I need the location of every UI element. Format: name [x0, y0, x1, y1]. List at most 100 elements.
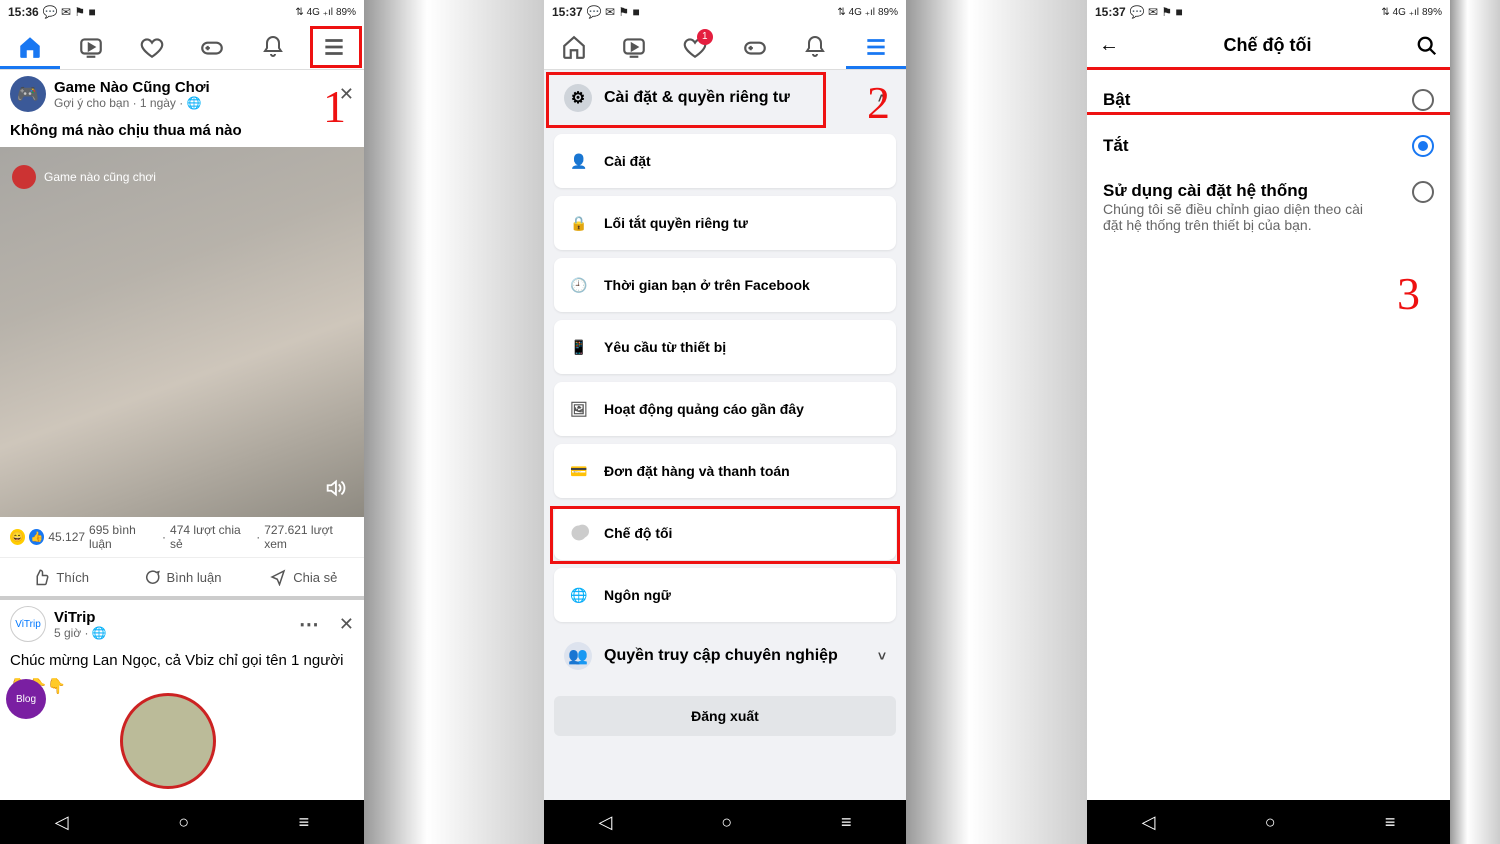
item-recent-ad-activity[interactable]: 🖼 Hoạt động quảng cáo gần đây — [554, 382, 896, 436]
lock-icon: 🔒 — [568, 212, 590, 234]
search-icon[interactable] — [1416, 35, 1438, 57]
android-nav: ◁ ○ ≡ — [544, 800, 906, 844]
home-nav-icon[interactable]: ○ — [721, 812, 732, 833]
post1-video[interactable]: Game nào cũng chơi — [0, 147, 364, 517]
post1-shares: 474 lượt chia sẻ — [170, 523, 252, 551]
dating-badge: 1 — [697, 29, 713, 45]
option-system-label: Sử dụng cài đặt hệ thống — [1103, 181, 1402, 201]
tab-watch[interactable] — [71, 27, 111, 67]
back-nav-icon[interactable]: ◁ — [55, 812, 69, 833]
logout-button[interactable]: Đăng xuất — [554, 696, 896, 736]
share-button[interactable]: Chia sẻ — [243, 558, 364, 596]
radio-off-icon[interactable] — [1412, 181, 1434, 203]
gap — [1450, 0, 1500, 844]
clock: 15:36 — [8, 5, 39, 19]
option-on-label: Bật — [1103, 90, 1402, 110]
card-icon: 💳 — [568, 460, 590, 482]
post1-page-name[interactable]: Game Nào Cũng Chơi — [54, 79, 210, 96]
radio-on-icon[interactable] — [1412, 135, 1434, 157]
post2-avatar[interactable]: ViTrip — [10, 606, 46, 642]
item-label: Đơn đặt hàng và thanh toán — [604, 463, 790, 479]
recents-nav-icon[interactable]: ≡ — [299, 812, 310, 833]
tab-notifications[interactable] — [253, 27, 293, 67]
radio-off-icon[interactable] — [1412, 89, 1434, 111]
tab-menu[interactable] — [314, 27, 354, 67]
settings-list[interactable]: ⚙ Cài đặt & quyền riêng tư ˄ 2 👤 Cài đặt… — [544, 70, 906, 800]
post2-page-name[interactable]: ViTrip — [54, 609, 107, 626]
comment-button[interactable]: Bình luận — [121, 558, 242, 596]
post1-text: Không má nào chịu thua má nào — [0, 118, 364, 147]
tab-watch[interactable] — [614, 27, 654, 67]
post1-overlay-avatar — [12, 165, 36, 189]
page-header: ← Chế độ tối — [1087, 24, 1450, 67]
status-icons: 💬 ✉ ⚑ ■ — [587, 5, 640, 19]
post1-avatar[interactable]: 🎮 — [10, 76, 46, 112]
network-icon: ⇅ 4G ₊ıl — [295, 7, 333, 18]
moon-icon — [568, 522, 590, 544]
item-label: Hoạt động quảng cáo gần đây — [604, 401, 804, 417]
back-nav-icon[interactable]: ◁ — [598, 812, 612, 833]
item-label: Lối tắt quyền riêng tư — [604, 215, 748, 231]
page-title: Chế độ tối — [1131, 35, 1404, 56]
tab-dating[interactable] — [132, 27, 172, 67]
back-nav-icon[interactable]: ◁ — [1142, 812, 1156, 833]
status-bar: 15:37 💬 ✉ ⚑ ■ ⇅ 4G ₊ıl 89% — [1087, 0, 1450, 24]
item-settings[interactable]: 👤 Cài đặt — [554, 134, 896, 188]
tab-home[interactable] — [10, 27, 50, 67]
home-nav-icon[interactable]: ○ — [1265, 812, 1276, 833]
gap — [364, 0, 544, 844]
tab-menu[interactable] — [856, 27, 896, 67]
comment-label: Bình luận — [167, 570, 222, 585]
item-time-on-facebook[interactable]: 🕘 Thời gian bạn ở trên Facebook — [554, 258, 896, 312]
tab-dating[interactable]: 1 — [675, 27, 715, 67]
back-icon[interactable]: ← — [1099, 34, 1119, 57]
item-label: Yêu cầu từ thiết bị — [604, 339, 726, 355]
haha-reaction-icon: 😄 — [10, 529, 25, 545]
option-on[interactable]: Bật — [1101, 77, 1436, 123]
item-device-requests[interactable]: 📱 Yêu cầu từ thiết bị — [554, 320, 896, 374]
screenshot-2-settings-menu: 15:37 💬 ✉ ⚑ ■ ⇅ 4G ₊ıl 89% 1 ⚙ — [544, 0, 906, 844]
item-language[interactable]: 🌐 Ngôn ngữ — [554, 568, 896, 622]
post1-header: 🎮 Game Nào Cũng Chơi Gợi ý cho bạn · 1 n… — [0, 70, 364, 118]
battery: 89% — [878, 7, 898, 18]
people-icon: 👥 — [564, 642, 592, 670]
post2-close-icon[interactable]: ✕ — [339, 614, 354, 635]
news-feed[interactable]: 🎮 Game Nào Cũng Chơi Gợi ý cho bạn · 1 n… — [0, 70, 364, 800]
post2-text: Chúc mừng Lan Ngọc, cả Vbiz chỉ gọi tên … — [0, 648, 364, 673]
blog-badge: Blog — [6, 679, 46, 719]
option-off[interactable]: Tắt — [1101, 123, 1436, 169]
like-button[interactable]: Thích — [0, 558, 121, 596]
post2-meta: 5 giờ · 🌐 — [54, 626, 107, 640]
post1-actions: Thích Bình luận Chia sẻ — [0, 558, 364, 600]
battery: 89% — [1422, 7, 1442, 18]
home-nav-icon[interactable]: ○ — [178, 812, 189, 833]
recents-nav-icon[interactable]: ≡ — [1385, 812, 1396, 833]
post2-more-icon[interactable]: ⋯ — [299, 612, 319, 637]
story-ring[interactable] — [120, 693, 216, 789]
logout-label: Đăng xuất — [691, 708, 759, 724]
phone-icon: 📱 — [568, 336, 590, 358]
group-settings-privacy[interactable]: ⚙ Cài đặt & quyền riêng tư ˄ — [554, 70, 896, 126]
item-orders-payments[interactable]: 💳 Đơn đặt hàng và thanh toán — [554, 444, 896, 498]
post1-meta: Gợi ý cho bạn · 1 ngày · 🌐 — [54, 96, 210, 110]
post1-stats[interactable]: 😄 👍 45.127 695 bình luận· 474 lượt chia … — [0, 517, 364, 558]
tab-notifications[interactable] — [795, 27, 835, 67]
recents-nav-icon[interactable]: ≡ — [841, 812, 852, 833]
item-privacy-shortcuts[interactable]: 🔒 Lối tắt quyền riêng tư — [554, 196, 896, 250]
tab-home[interactable] — [554, 27, 594, 67]
item-dark-mode[interactable]: Chế độ tối — [554, 506, 896, 560]
option-system[interactable]: Sử dụng cài đặt hệ thống Chúng tôi sẽ đi… — [1101, 169, 1436, 245]
volume-icon[interactable] — [324, 477, 346, 499]
gear-icon: ⚙ — [564, 84, 592, 112]
chevron-down-icon: ˅ — [878, 648, 886, 664]
tab-gaming[interactable] — [735, 27, 775, 67]
network-icon: ⇅ 4G ₊ıl — [1381, 7, 1419, 18]
android-nav: ◁ ○ ≡ — [0, 800, 364, 844]
share-label: Chia sẻ — [293, 570, 337, 585]
tab-gaming[interactable] — [192, 27, 232, 67]
status-bar: 15:36 💬 ✉ ⚑ ■ ⇅ 4G ₊ıl 89% — [0, 0, 364, 24]
clock: 15:37 — [552, 5, 583, 19]
group-professional-access[interactable]: 👥 Quyền truy cập chuyên nghiệp ˅ — [554, 630, 896, 682]
step-label-3: 3 — [1397, 267, 1420, 320]
clock: 15:37 — [1095, 5, 1126, 19]
